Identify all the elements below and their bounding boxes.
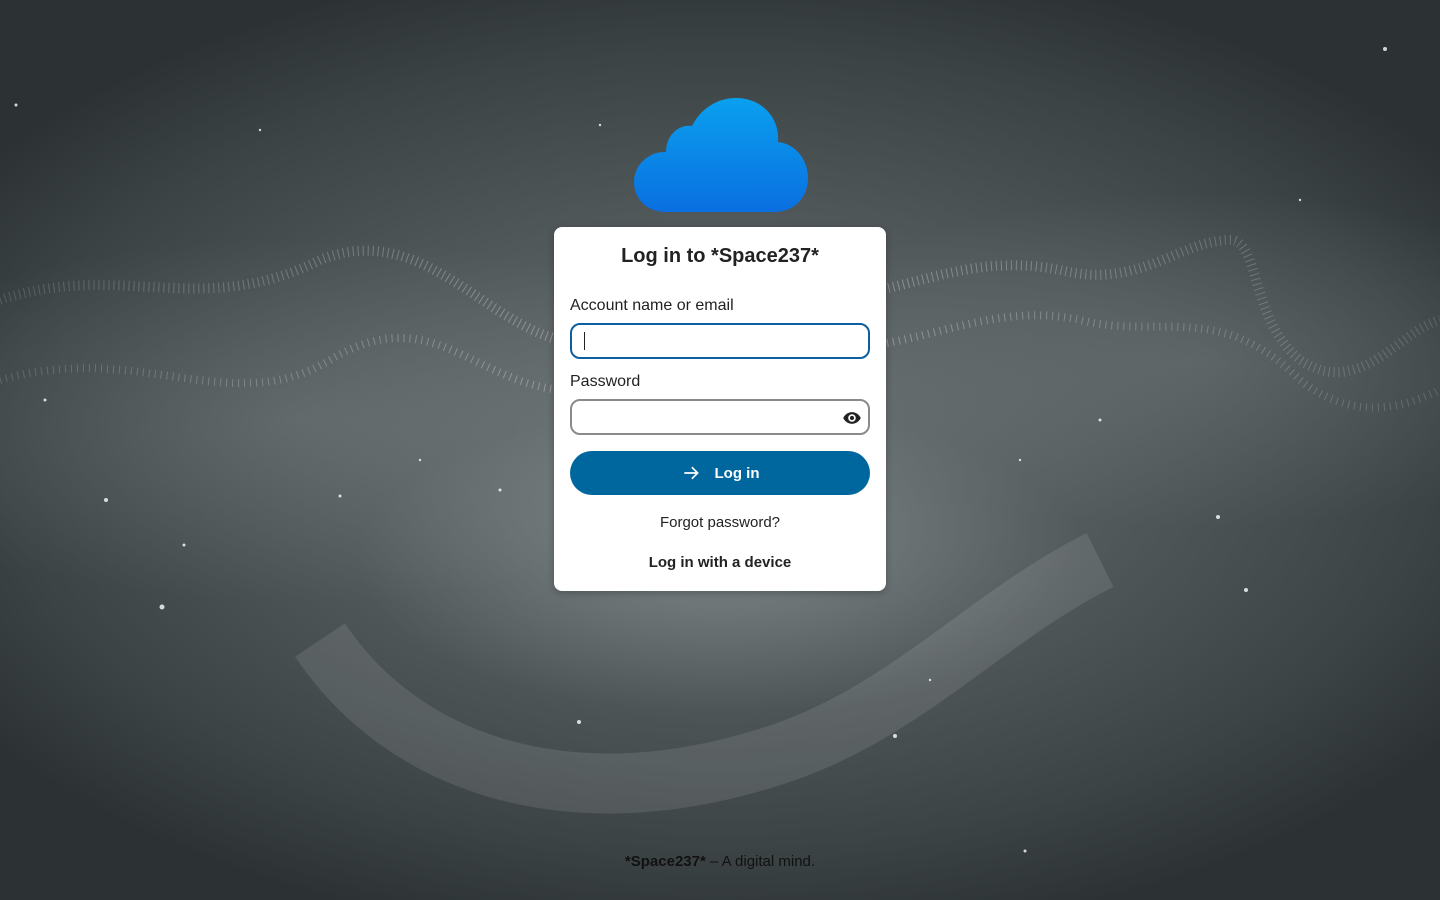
eye-icon[interactable]: [842, 408, 862, 428]
login-button[interactable]: Log in: [570, 451, 870, 495]
footer-brand[interactable]: *Space237*: [625, 853, 706, 870]
arrow-right-icon: [683, 466, 699, 480]
login-button-label: Log in: [714, 464, 760, 482]
password-input[interactable]: [570, 399, 870, 435]
device-login-link[interactable]: Log in with a device: [554, 554, 886, 571]
username-input[interactable]: [570, 323, 870, 359]
text-caret: [584, 332, 585, 350]
login-title: Log in to *Space237*: [621, 245, 819, 267]
username-label: Account name or email: [570, 297, 734, 314]
footer-tagline: – A digital mind.: [705, 853, 816, 870]
cloud-icon: [634, 98, 808, 212]
login-card: Log in to *Space237* Account name or ema…: [554, 227, 886, 591]
footer: *Space237* – A digital mind.: [0, 853, 1440, 870]
forgot-password-link[interactable]: Forgot password?: [554, 514, 886, 531]
password-label: Password: [570, 373, 641, 390]
cloud-logo: [632, 98, 810, 216]
